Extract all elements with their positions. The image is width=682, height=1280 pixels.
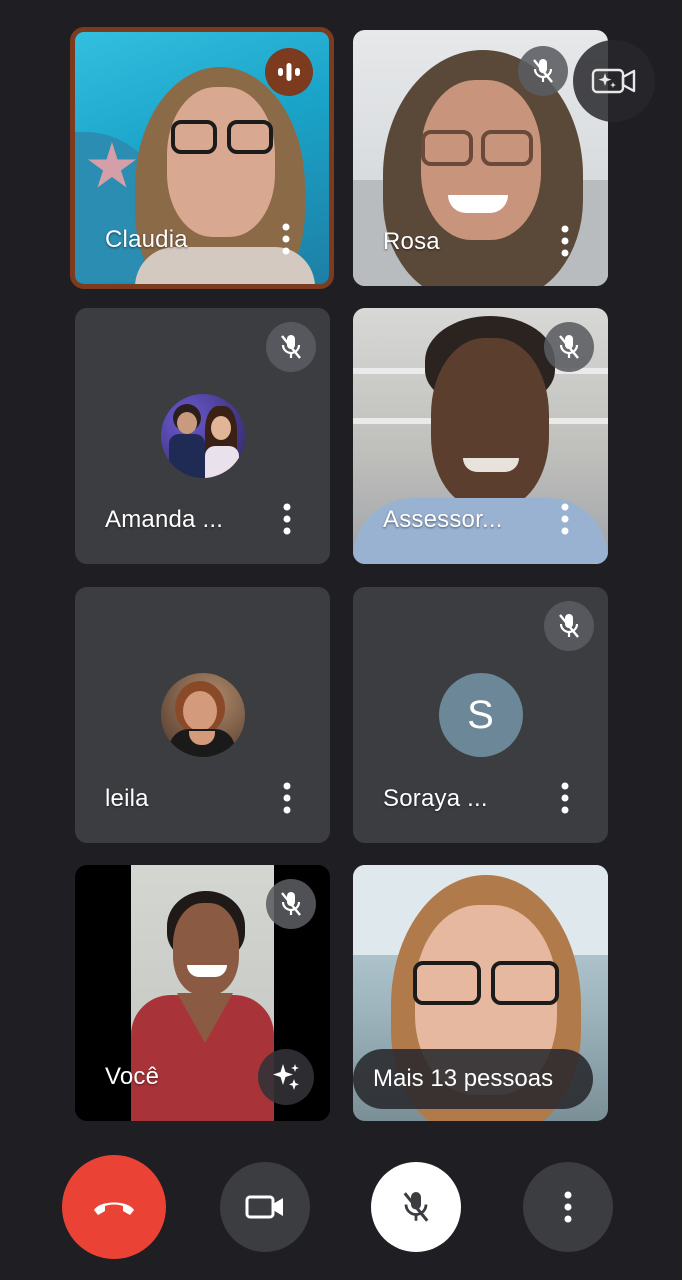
more-vert-icon[interactable] bbox=[273, 222, 299, 256]
participant-name: Você bbox=[105, 1063, 160, 1090]
end-call-button[interactable] bbox=[62, 1155, 166, 1259]
participant-tile-soraya[interactable]: S Soraya ... bbox=[353, 587, 608, 843]
participant-tile-leila[interactable]: leila bbox=[75, 587, 330, 843]
camera-effects-button[interactable] bbox=[573, 40, 655, 122]
video-camera-icon bbox=[245, 1195, 283, 1219]
avatar bbox=[160, 673, 245, 757]
more-vert-icon[interactable] bbox=[274, 502, 300, 536]
mic-off-icon bbox=[544, 322, 594, 372]
participant-name: leila bbox=[105, 785, 149, 812]
participant-name: Claudia bbox=[105, 226, 188, 253]
participant-name: Soraya ... bbox=[383, 785, 488, 812]
participant-name: Rosa bbox=[383, 228, 440, 255]
avatar-letter: S bbox=[467, 692, 494, 737]
participant-name: Assessor... bbox=[383, 506, 503, 533]
mic-off-icon bbox=[266, 879, 316, 929]
participant-tile-claudia[interactable]: Claudia bbox=[70, 27, 334, 289]
more-people-label[interactable]: Mais 13 pessoas bbox=[353, 1049, 593, 1109]
more-options-button[interactable] bbox=[523, 1162, 613, 1252]
participant-tile-amanda[interactable]: Amanda ... bbox=[75, 308, 330, 564]
participant-name: Amanda ... bbox=[105, 506, 224, 533]
speaking-indicator-icon bbox=[265, 48, 313, 96]
camera-toggle-button[interactable] bbox=[220, 1162, 310, 1252]
more-vert-icon[interactable] bbox=[274, 781, 300, 815]
mic-off-icon bbox=[518, 46, 568, 96]
more-vert-icon[interactable] bbox=[552, 502, 578, 536]
participant-grid: Claudia Rosa Amanda ... Assessor... leil… bbox=[0, 0, 682, 1140]
mic-off-icon bbox=[544, 601, 594, 651]
phone-hangup-icon bbox=[94, 1202, 134, 1215]
mic-off-icon bbox=[403, 1192, 429, 1222]
more-vert-icon bbox=[564, 1191, 572, 1223]
participant-tile-self[interactable]: Você bbox=[75, 865, 330, 1121]
effects-sparkle-icon[interactable] bbox=[258, 1049, 314, 1105]
participant-tile-rosa[interactable]: Rosa bbox=[353, 30, 608, 286]
avatar: S bbox=[438, 673, 523, 757]
mic-off-icon bbox=[266, 322, 316, 372]
call-controls-bar bbox=[0, 1150, 682, 1280]
more-vert-icon[interactable] bbox=[552, 224, 578, 258]
mic-toggle-button[interactable] bbox=[371, 1162, 461, 1252]
more-vert-icon[interactable] bbox=[552, 781, 578, 815]
more-people-text: Mais 13 pessoas bbox=[373, 1065, 554, 1092]
avatar bbox=[160, 394, 245, 478]
camera-sparkle-icon bbox=[591, 68, 636, 94]
more-participants-tile[interactable]: Mais 13 pessoas bbox=[353, 865, 608, 1121]
participant-tile-assessor[interactable]: Assessor... bbox=[353, 308, 608, 564]
